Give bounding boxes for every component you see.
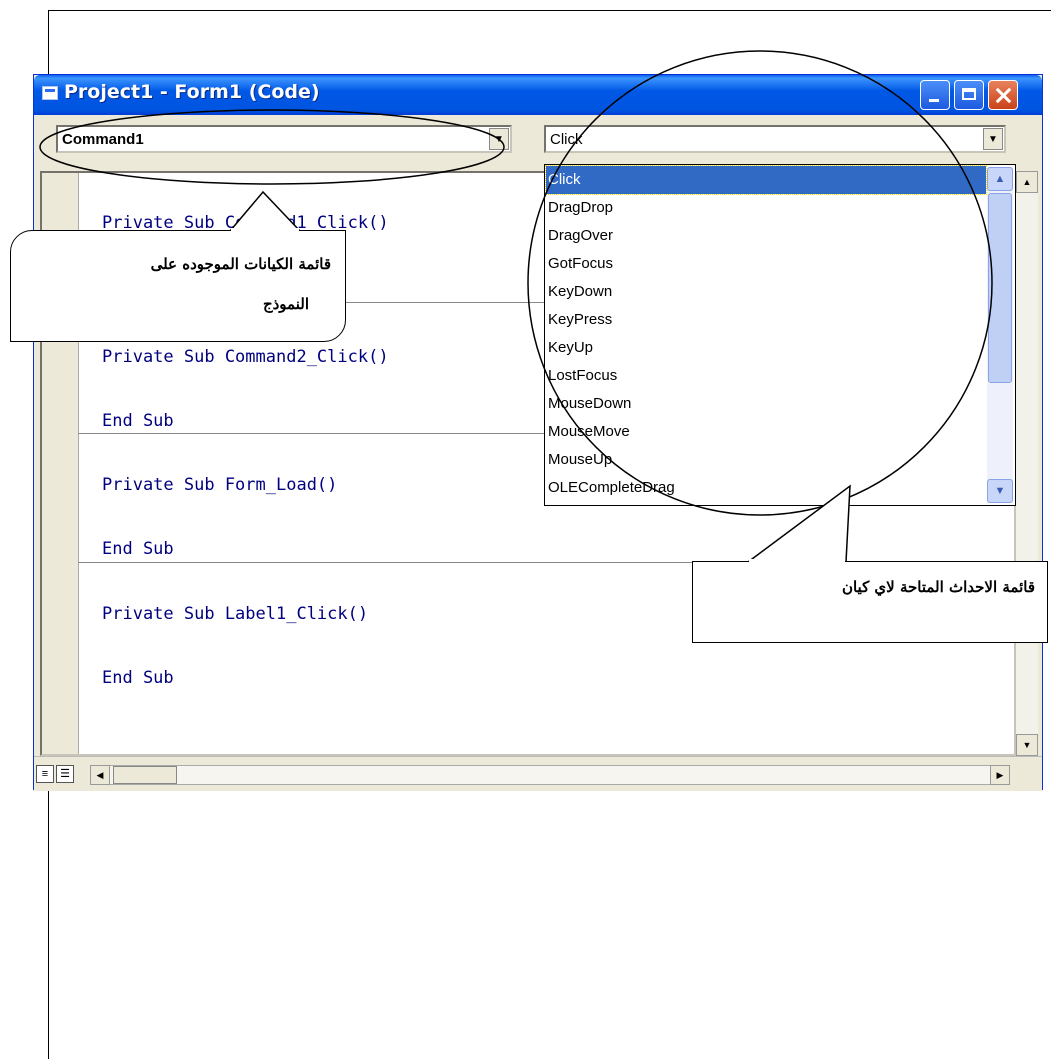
scroll-down-icon[interactable]: ▼ bbox=[1016, 734, 1038, 756]
procedure-view-icon[interactable]: ≡ bbox=[36, 765, 54, 783]
horizontal-scroll-thumb[interactable] bbox=[113, 766, 177, 784]
event-item[interactable]: OLECompleteDrag bbox=[546, 474, 986, 502]
objects-callout-line1: قائمة الكيانات الموجوده على bbox=[150, 255, 331, 273]
frame-line-top bbox=[48, 10, 1051, 11]
vertical-scrollbar[interactable]: ▲ ▼ bbox=[1016, 171, 1038, 756]
code-line: Private Sub Label1_Click() bbox=[102, 604, 369, 624]
event-dropdown-list[interactable]: Click DragDrop DragOver GotFocus KeyDown… bbox=[544, 164, 1016, 506]
events-callout: قائمة الاحداث المتاحة لاي كيان bbox=[692, 561, 1048, 643]
objects-callout: قائمة الكيانات الموجوده على النموذج bbox=[10, 230, 346, 342]
close-button[interactable] bbox=[988, 80, 1018, 110]
scroll-left-icon[interactable]: ◀ bbox=[90, 765, 110, 785]
event-item[interactable]: GotFocus bbox=[546, 250, 986, 278]
app-icon[interactable] bbox=[42, 86, 58, 100]
scroll-up-icon[interactable]: ▲ bbox=[987, 167, 1013, 191]
code-line: End Sub bbox=[102, 411, 174, 431]
event-item[interactable]: DragDrop bbox=[546, 194, 986, 222]
events-callout-text: قائمة الاحداث المتاحة لاي كيان bbox=[841, 578, 1035, 596]
scroll-right-icon[interactable]: ▶ bbox=[990, 765, 1010, 785]
event-item[interactable]: MouseMove bbox=[546, 418, 986, 446]
full-module-view-icon[interactable]: ☰ bbox=[56, 765, 74, 783]
objects-callout-line2: النموذج bbox=[262, 295, 309, 313]
event-item[interactable]: LostFocus bbox=[546, 362, 986, 390]
chevron-down-icon[interactable]: ▼ bbox=[489, 128, 509, 150]
event-item[interactable]: MouseDown bbox=[546, 390, 986, 418]
event-item[interactable]: KeyDown bbox=[546, 278, 986, 306]
dropdown-scrollbar[interactable]: ▲ ▼ bbox=[987, 167, 1013, 503]
dropdown-scroll-thumb[interactable] bbox=[988, 193, 1012, 383]
code-line: End Sub bbox=[102, 668, 174, 688]
event-item[interactable]: MouseUp bbox=[546, 446, 986, 474]
event-item[interactable]: KeyPress bbox=[546, 306, 986, 334]
code-line: Private Sub Form_Load() bbox=[102, 475, 338, 495]
scroll-up-icon[interactable]: ▲ bbox=[1016, 171, 1038, 193]
bottom-bar: ≡ ☰ ◀ ▶ bbox=[34, 756, 1042, 791]
code-line: End Sub bbox=[102, 539, 174, 559]
scroll-down-icon[interactable]: ▼ bbox=[987, 479, 1013, 503]
event-item[interactable]: KeyUp bbox=[546, 334, 986, 362]
object-combo[interactable]: Command1 ▼ bbox=[56, 125, 512, 153]
title-bar[interactable]: Project1 - Form1 (Code) bbox=[34, 75, 1042, 115]
minimize-button[interactable] bbox=[920, 80, 950, 110]
event-combo-value: Click bbox=[550, 131, 583, 148]
event-item[interactable]: Click bbox=[545, 165, 987, 195]
chevron-down-icon[interactable]: ▼ bbox=[983, 128, 1003, 150]
horizontal-scrollbar[interactable]: ◀ ▶ bbox=[90, 765, 1010, 785]
object-combo-value: Command1 bbox=[62, 131, 144, 148]
window-title: Project1 - Form1 (Code) bbox=[64, 81, 320, 103]
event-combo[interactable]: Click ▼ bbox=[544, 125, 1006, 153]
maximize-button[interactable] bbox=[954, 80, 984, 110]
event-item[interactable]: DragOver bbox=[546, 222, 986, 250]
code-line: Private Sub Command2_Click() bbox=[102, 347, 389, 367]
